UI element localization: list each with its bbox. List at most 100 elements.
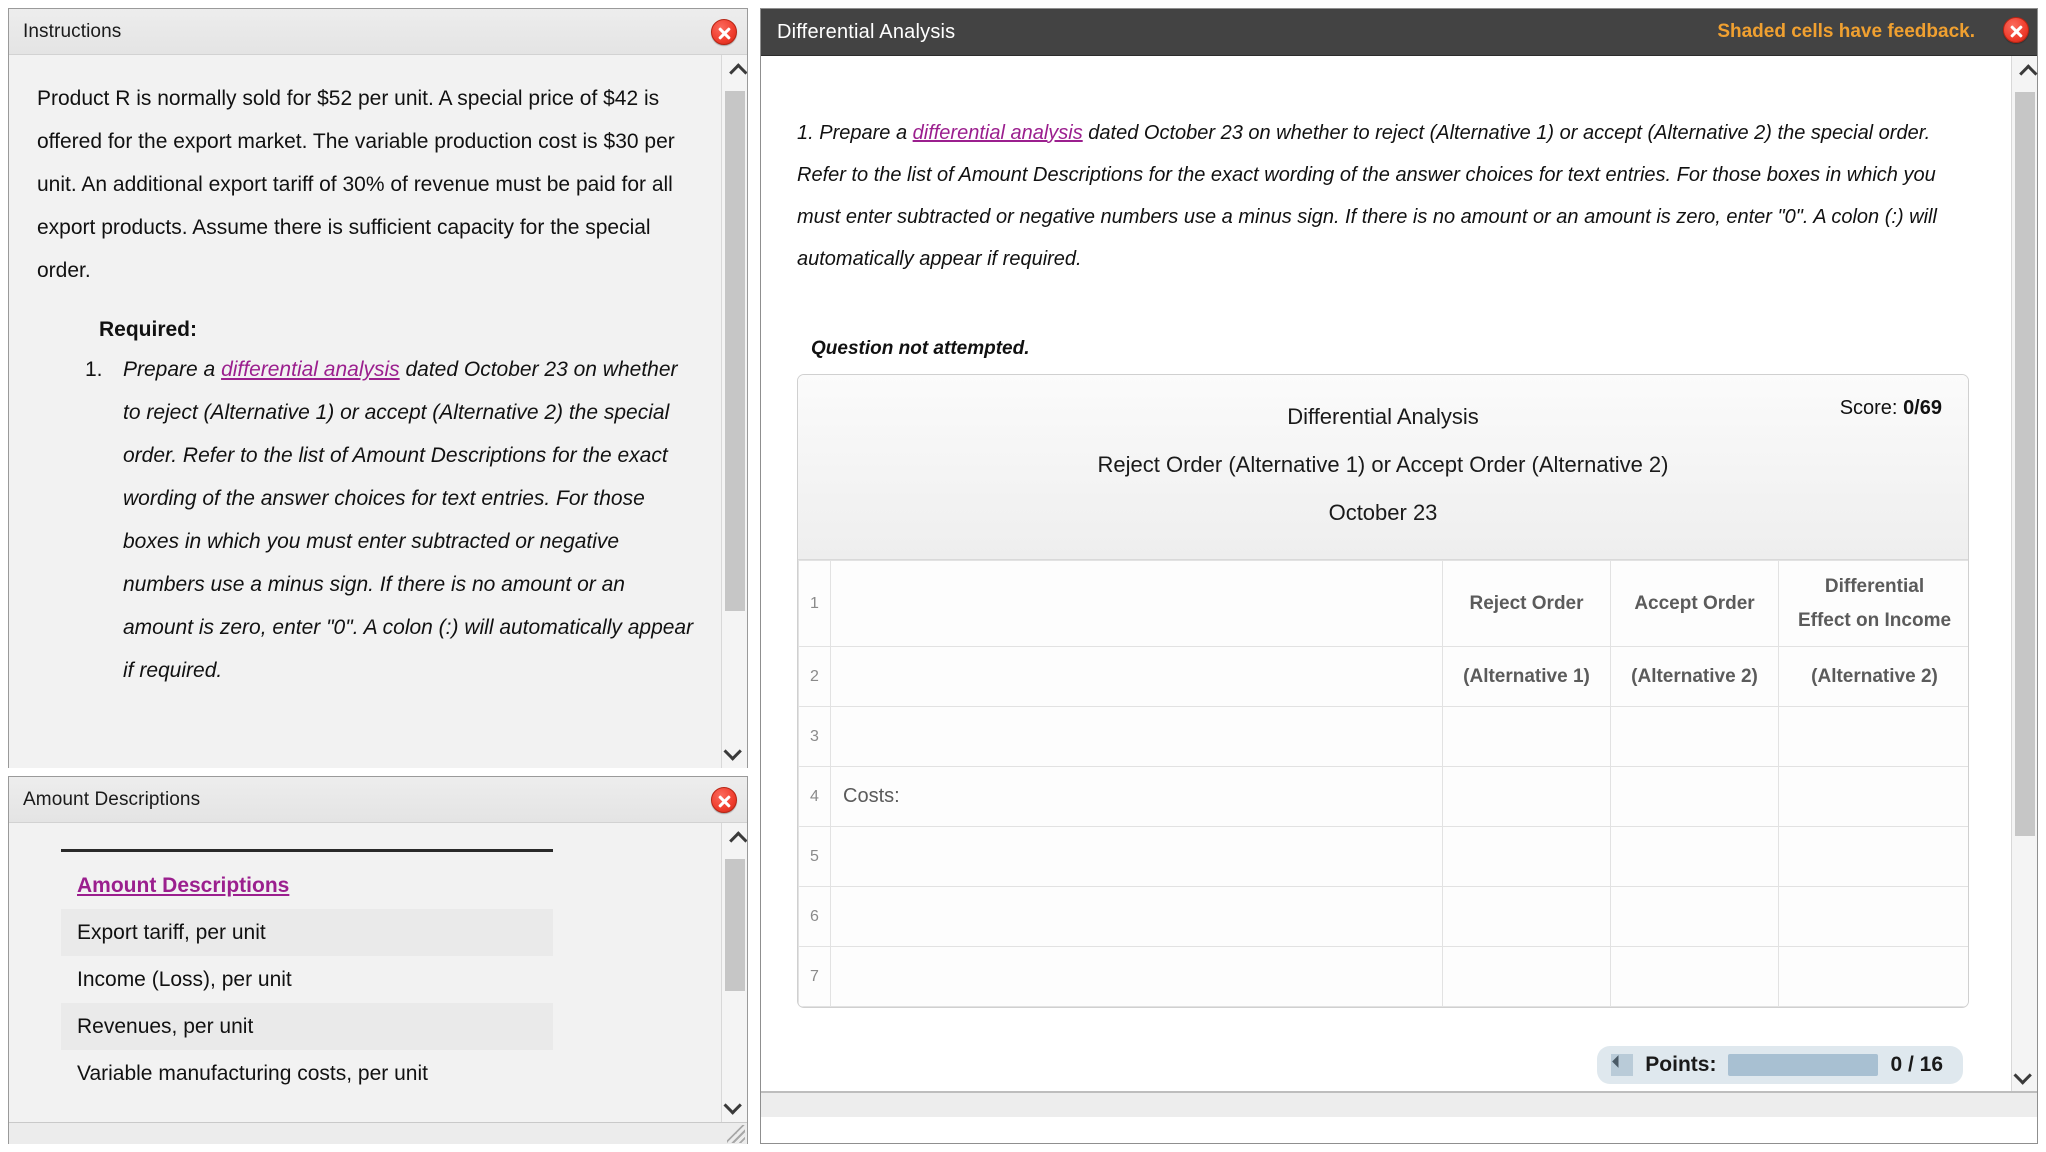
- list-item[interactable]: Revenues, per unit: [61, 1003, 553, 1050]
- amount-descriptions-scrollbar[interactable]: [721, 823, 747, 1122]
- instructions-title: Instructions: [23, 20, 122, 42]
- instructions-body: Product R is normally sold for $52 per u…: [9, 55, 747, 768]
- points-label: Points:: [1645, 1053, 1717, 1076]
- row-label-cell[interactable]: [830, 946, 1443, 1007]
- score-label: Score:: [1839, 397, 1898, 419]
- differential-analysis-link[interactable]: differential analysis: [221, 358, 400, 381]
- cell-differential[interactable]: [1778, 946, 1968, 1007]
- cell-accept[interactable]: [1610, 706, 1779, 767]
- worksheet-title-line2: Reject Order (Alternative 1) or Accept O…: [1097, 452, 1669, 477]
- column-subheader-accept: (Alternative 2): [1610, 646, 1779, 707]
- amount-descriptions-divider: [61, 849, 553, 852]
- row-number: 5: [798, 826, 831, 887]
- main-content-scroll-area: 1. Prepare a differential analysis dated…: [761, 56, 2011, 1117]
- worksheet-header: Score: 0/69 Differential Analysis Reject…: [798, 375, 1968, 560]
- main-scroll-up-icon[interactable]: [2012, 58, 2038, 88]
- requirement-text-after: dated October 23 on whether to reject (A…: [797, 122, 1937, 270]
- amount-scroll-thumb[interactable]: [725, 859, 745, 991]
- instructions-requirements-list: 1. Prepare a differential analysis dated …: [37, 348, 695, 692]
- main-scrollbar[interactable]: [2011, 56, 2038, 1092]
- cell-differential[interactable]: [1778, 886, 1968, 947]
- instructions-scroll-down-icon[interactable]: [722, 736, 747, 766]
- instructions-item-text-before: Prepare a: [123, 358, 222, 381]
- row-number: 3: [798, 706, 831, 767]
- worksheet-title-line3: October 23: [1328, 500, 1438, 525]
- main-title: Differential Analysis: [777, 20, 956, 43]
- cell-accept[interactable]: [1610, 946, 1779, 1007]
- row-label-cell[interactable]: [830, 646, 1443, 707]
- main-scroll-down-icon[interactable]: [2012, 1060, 2038, 1090]
- row-label-cell[interactable]: [830, 826, 1443, 887]
- main-body: 1. Prepare a differential analysis dated…: [761, 55, 2038, 1117]
- instructions-scroll-area: Product R is normally sold for $52 per u…: [9, 55, 721, 768]
- list-item[interactable]: Variable manufacturing costs, per unit: [61, 1050, 553, 1097]
- cell-reject[interactable]: [1442, 766, 1611, 827]
- instructions-scroll-up-icon[interactable]: [722, 57, 747, 87]
- row-number: 6: [798, 886, 831, 947]
- row-number: 4: [798, 766, 831, 827]
- table-row: 3: [798, 706, 1968, 767]
- list-item[interactable]: Income (Loss), per unit: [61, 956, 553, 1003]
- row-number: 1: [798, 560, 831, 647]
- amount-scroll-down-icon[interactable]: [722, 1090, 747, 1120]
- amount-descriptions-title: Amount Descriptions: [23, 788, 201, 810]
- main-close-icon[interactable]: [2003, 17, 2029, 43]
- requirement-text-before: 1. Prepare a: [797, 122, 913, 144]
- amount-descriptions-scroll-area: Amount Descriptions Export tariff, per u…: [9, 823, 721, 1122]
- application-root: Instructions Product R is normally sold …: [0, 0, 2046, 1152]
- column-header-reject: Reject Order: [1442, 560, 1611, 647]
- cell-reject[interactable]: [1442, 886, 1611, 947]
- amount-descriptions-body: Amount Descriptions Export tariff, per u…: [9, 823, 747, 1144]
- amount-descriptions-close-icon[interactable]: [711, 787, 737, 813]
- instructions-scrollbar[interactable]: [721, 55, 747, 768]
- resize-handle[interactable]: [727, 1125, 745, 1143]
- differential-analysis-link[interactable]: differential analysis: [913, 122, 1083, 144]
- score-value: 0/69: [1903, 397, 1942, 419]
- status-text: Question not attempted.: [811, 338, 1030, 359]
- table-row: 2 (Alternative 1) (Alternative 2) (Alter…: [798, 646, 1968, 707]
- table-row: 7: [798, 946, 1968, 1007]
- amount-descriptions-window: Amount Descriptions Amount Descriptions …: [8, 776, 748, 1144]
- points-row: Points: 0 / 16: [797, 1046, 1975, 1084]
- instructions-required-label: Required:: [99, 318, 198, 341]
- instructions-item-text-after: dated October 23 on whether to reject (A…: [123, 358, 694, 682]
- main-titlebar: Differential Analysis Shaded cells have …: [761, 9, 2037, 55]
- instructions-item-number: 1.: [85, 358, 103, 381]
- row-label-cell[interactable]: [830, 560, 1443, 647]
- feedback-note: Shaded cells have feedback.: [1717, 21, 1975, 42]
- instructions-requirement-item: 1. Prepare a differential analysis dated …: [85, 348, 695, 692]
- row-label-cell[interactable]: Costs:: [830, 766, 1443, 827]
- amount-descriptions-titlebar: Amount Descriptions: [9, 777, 747, 823]
- points-value: 0 / 16: [1890, 1053, 1943, 1076]
- instructions-window: Instructions Product R is normally sold …: [8, 8, 748, 768]
- cell-reject[interactable]: [1442, 706, 1611, 767]
- differential-analysis-window: Differential Analysis Shaded cells have …: [760, 8, 2038, 1144]
- cell-differential[interactable]: [1778, 766, 1968, 827]
- table-row: 4 Costs:: [798, 766, 1968, 827]
- column-header-differential-line2: Effect on Income: [1797, 609, 1952, 631]
- cell-differential[interactable]: [1778, 826, 1968, 887]
- cell-reject[interactable]: [1442, 826, 1611, 887]
- main-scroll-thumb[interactable]: [2015, 92, 2035, 836]
- list-item[interactable]: Export tariff, per unit: [61, 909, 553, 956]
- column-subheader-differential: (Alternative 2): [1778, 646, 1968, 707]
- amount-descriptions-list-header[interactable]: Amount Descriptions: [61, 862, 553, 909]
- instructions-paragraph: Product R is normally sold for $52 per u…: [37, 87, 675, 282]
- cell-accept[interactable]: [1610, 766, 1779, 827]
- cell-accept[interactable]: [1610, 826, 1779, 887]
- instructions-scroll-thumb[interactable]: [725, 91, 745, 611]
- amount-scroll-up-icon[interactable]: [722, 825, 747, 855]
- cell-accept[interactable]: [1610, 886, 1779, 947]
- main-statusbar: [761, 1091, 2037, 1117]
- instructions-close-icon[interactable]: [711, 19, 737, 45]
- column-subheader-reject: (Alternative 1): [1442, 646, 1611, 707]
- row-label-cell[interactable]: [830, 706, 1443, 767]
- cell-reject[interactable]: [1442, 946, 1611, 1007]
- table-row: 1 Reject Order Accept Order Differential…: [798, 560, 1968, 647]
- points-badge[interactable]: Points: 0 / 16: [1597, 1046, 1963, 1084]
- cell-differential[interactable]: [1778, 706, 1968, 767]
- pointer-arrow-icon: [1611, 1054, 1634, 1076]
- score-badge: Score: 0/69: [1840, 397, 1942, 420]
- row-label-cell[interactable]: [830, 886, 1443, 947]
- row-number: 7: [798, 946, 831, 1007]
